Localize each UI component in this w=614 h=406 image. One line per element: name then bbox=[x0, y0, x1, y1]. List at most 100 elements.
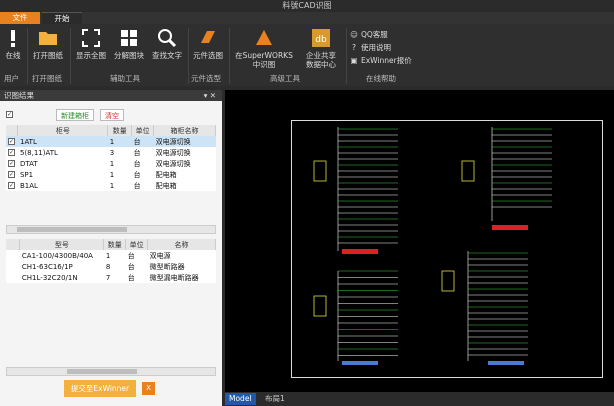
row-checkbox[interactable]: ✓ bbox=[8, 160, 15, 167]
table-row[interactable]: ✓ 5(8,11)ATL 3 台 双电源切换 bbox=[6, 147, 216, 158]
enterprise-label-2: 数据中心 bbox=[306, 60, 336, 69]
cabinet-no: 1ATL bbox=[17, 136, 108, 147]
cabinet-qty: 1 bbox=[109, 159, 115, 168]
drawing-frame bbox=[291, 120, 603, 378]
show-all-button[interactable]: 显示全图 bbox=[73, 27, 109, 60]
excel-export-icon[interactable]: X bbox=[142, 382, 155, 395]
component-name: 微型漏电断路器 bbox=[149, 273, 199, 282]
scrollbar-thumb[interactable] bbox=[17, 227, 127, 232]
group-label-online: 在线帮助 bbox=[366, 74, 396, 83]
tab-layout1[interactable]: 布局1 bbox=[261, 393, 289, 405]
clear-button[interactable]: 清空 bbox=[100, 109, 124, 121]
cabinet-table-scrollbar[interactable] bbox=[6, 225, 216, 234]
warning-icon bbox=[11, 30, 15, 47]
explode-icon bbox=[121, 30, 137, 46]
panel-title: 识图结果 bbox=[4, 91, 34, 100]
tab-model[interactable]: Model bbox=[225, 393, 256, 405]
table-header: 柜号 数量 单位 箱柜名称 bbox=[6, 125, 216, 136]
title-bar: 料號CAD识图 bbox=[0, 0, 614, 12]
component-model: CH1-63C16/1P bbox=[21, 262, 73, 271]
row-checkbox[interactable]: ✓ bbox=[8, 149, 15, 156]
separator bbox=[346, 28, 347, 84]
cabinet-no: 5(8,11)ATL bbox=[19, 148, 58, 157]
offline-button[interactable]: 在线 bbox=[2, 27, 24, 60]
qq-support-link[interactable]: ☺ QQ客服 bbox=[350, 28, 412, 41]
cabinet-no: DTAT bbox=[19, 159, 38, 168]
folder-icon bbox=[39, 32, 57, 45]
exwinner-link[interactable]: ▣ ExWinner报价 bbox=[350, 54, 412, 67]
header-blank bbox=[6, 239, 21, 250]
select-all-checkbox[interactable]: ✓ bbox=[6, 111, 13, 118]
open-drawing-label: 打开图纸 bbox=[33, 51, 63, 60]
row-checkbox[interactable]: ✓ bbox=[8, 182, 15, 189]
table-row[interactable]: CH1L-32C20/1N 7 台 微型漏电断路器 bbox=[6, 272, 216, 283]
find-text-label: 查找文字 bbox=[152, 51, 182, 60]
group-label-user: 用户 bbox=[4, 74, 19, 83]
explode-button[interactable]: 分解图块 bbox=[111, 27, 147, 60]
schematic-drawing bbox=[313, 127, 552, 365]
scrollbar-thumb[interactable] bbox=[67, 369, 137, 374]
cabinet-desc: 配电箱 bbox=[155, 170, 177, 179]
component-unit: 台 bbox=[127, 251, 135, 260]
cabinet-unit: 台 bbox=[133, 181, 141, 190]
component-model: CA1-100/4300B/40A bbox=[21, 251, 93, 260]
open-drawing-button[interactable]: 打开图纸 bbox=[30, 27, 66, 60]
component-table-scrollbar[interactable] bbox=[6, 367, 216, 376]
new-cabinet-button[interactable]: 新建箱柜 bbox=[56, 109, 94, 121]
ribbon-tabs: 文件 开始 bbox=[0, 12, 614, 24]
table-row[interactable]: ✓ 1ATL 1 台 双电源切换 bbox=[6, 136, 216, 147]
cabinet-desc: 双电源切换 bbox=[155, 159, 191, 168]
exwinner-label: ExWinner报价 bbox=[361, 56, 412, 65]
qq-label: QQ客服 bbox=[361, 30, 388, 39]
cabinet-unit: 台 bbox=[133, 159, 141, 168]
app-title: 料號CAD识图 bbox=[282, 1, 332, 10]
cabinet-table: 柜号 数量 单位 箱柜名称 ✓ 1ATL 1 台 双电源切换 ✓ 5(8,11)… bbox=[6, 125, 216, 191]
header-unit[interactable]: 单位 bbox=[125, 239, 149, 250]
exwinner-icon: ▣ bbox=[350, 56, 358, 65]
header-qty[interactable]: 数量 bbox=[103, 239, 127, 250]
submit-exwinner-button[interactable]: 提交至ExWinner bbox=[64, 380, 136, 397]
offline-label: 在线 bbox=[5, 51, 21, 60]
group-label-open: 打开图纸 bbox=[32, 74, 62, 83]
show-all-label: 显示全图 bbox=[76, 51, 106, 60]
table-row[interactable]: ✓ DTAT 1 台 双电源切换 bbox=[6, 158, 216, 169]
superworks-button[interactable]: 在SuperWORKS 中识图 bbox=[232, 27, 296, 69]
tab-start[interactable]: 开始 bbox=[42, 12, 82, 24]
component-select-button[interactable]: 元件选图 bbox=[190, 27, 226, 60]
svg-text:db: db bbox=[315, 35, 327, 45]
component-logo-icon bbox=[201, 31, 215, 43]
separator bbox=[229, 28, 230, 84]
cabinet-desc: 配电箱 bbox=[155, 181, 177, 190]
row-checkbox[interactable]: ✓ bbox=[8, 138, 15, 145]
help-link[interactable]: ? 使用说明 bbox=[350, 41, 412, 54]
ribbon: 在线 打开图纸 显示全图 分解图块 查找文字 元件选图 在SuperWORKS … bbox=[0, 24, 614, 86]
panel-pin-close-icon[interactable]: ▾ ✕ bbox=[204, 90, 216, 101]
cabinet-unit: 台 bbox=[133, 148, 141, 157]
header-name[interactable]: 名称 bbox=[147, 239, 216, 250]
header-cabinet-name[interactable]: 箱柜名称 bbox=[153, 125, 216, 136]
header-model[interactable]: 型号 bbox=[19, 239, 105, 250]
tab-file[interactable]: 文件 bbox=[0, 12, 40, 24]
cabinet-qty: 3 bbox=[109, 148, 115, 157]
header-unit[interactable]: 单位 bbox=[131, 125, 155, 136]
header-check bbox=[6, 125, 19, 136]
component-select-label: 元件选图 bbox=[193, 51, 223, 60]
find-text-button[interactable]: 查找文字 bbox=[149, 27, 185, 60]
group-label-component: 元件选型 bbox=[191, 74, 221, 83]
header-qty[interactable]: 数量 bbox=[107, 125, 133, 136]
component-name: 微型断路器 bbox=[149, 262, 185, 271]
help-icon: ? bbox=[352, 43, 356, 52]
table-row[interactable]: CH1-63C16/1P 8 台 微型断路器 bbox=[6, 261, 216, 272]
row-checkbox[interactable]: ✓ bbox=[8, 171, 15, 178]
superworks-label-1: 在SuperWORKS bbox=[235, 51, 293, 60]
component-unit: 台 bbox=[127, 273, 135, 282]
table-row[interactable]: ✓ B1AL 1 台 配电箱 bbox=[6, 180, 216, 191]
table-row[interactable]: CA1-100/4300B/40A 1 台 双电源 bbox=[6, 250, 216, 261]
drawing-canvas[interactable] bbox=[225, 90, 614, 392]
enterprise-data-button[interactable]: db 企业共享 数据中心 bbox=[299, 27, 343, 69]
online-help-group: ☺ QQ客服 ? 使用说明 ▣ ExWinner报价 bbox=[350, 28, 412, 67]
table-row[interactable]: ✓ SP1 1 台 配电箱 bbox=[6, 169, 216, 180]
qq-icon: ☺ bbox=[350, 30, 358, 39]
header-cabinet-no[interactable]: 柜号 bbox=[17, 125, 109, 136]
separator bbox=[188, 28, 189, 84]
